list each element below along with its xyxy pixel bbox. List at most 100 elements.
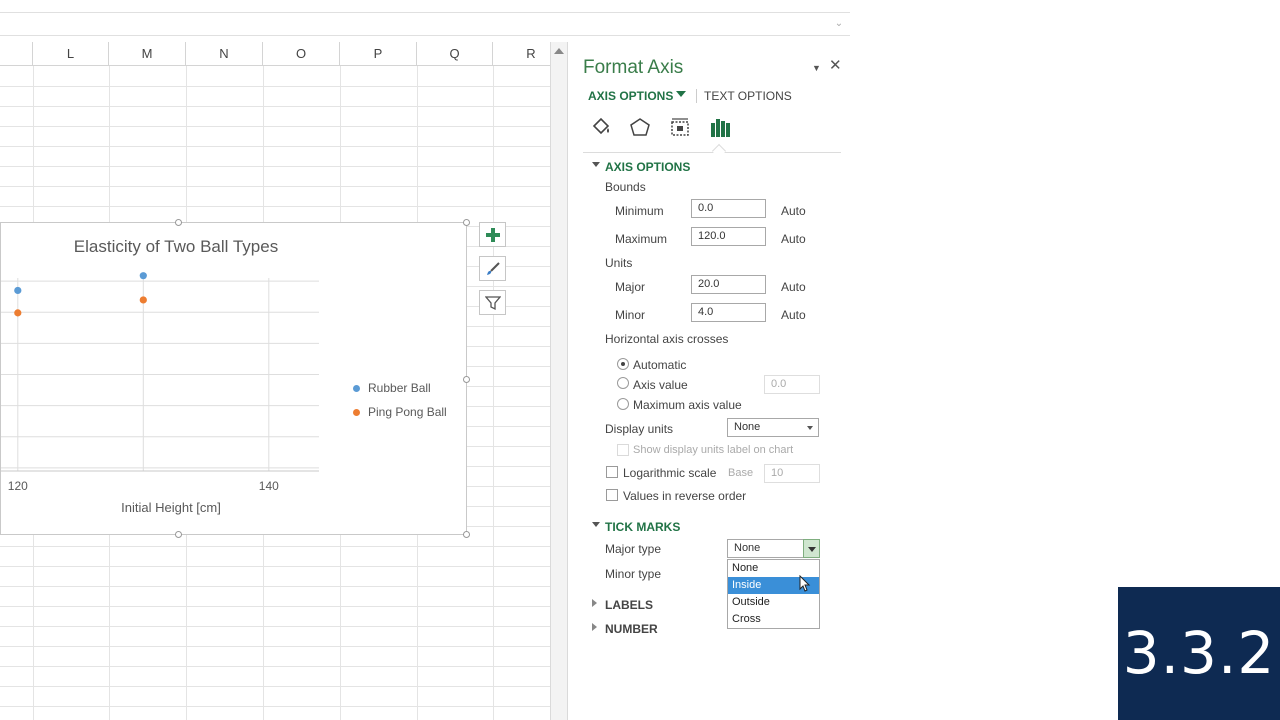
chart-area[interactable]: 20406080100120140 Elasticity of Two Ball… (0, 219, 470, 538)
collapse-axis-options-icon[interactable] (592, 162, 600, 167)
collapse-tick-marks-icon[interactable] (592, 522, 600, 527)
maximum-label: Maximum (615, 232, 668, 246)
gridline-horizontal (0, 586, 552, 587)
chart-title[interactable]: Elasticity of Two Ball Types (31, 237, 321, 257)
maximum-input[interactable]: 120.0 (691, 227, 766, 246)
section-number-badge: 3.3.2 (1118, 587, 1280, 720)
section-axis-options[interactable]: AXIS OPTIONS (605, 160, 690, 174)
show-units-label: Show display units label on chart (633, 444, 794, 456)
gridline-horizontal (0, 626, 552, 627)
major-type-select[interactable]: None (727, 539, 820, 558)
effects-icon[interactable] (627, 115, 653, 139)
data-point-ping-pong-ball (14, 309, 22, 317)
selected-icon-pointer (711, 143, 727, 159)
chevron-down-icon[interactable] (676, 91, 686, 97)
gridline-horizontal (0, 666, 552, 667)
chevron-down-icon[interactable] (803, 539, 820, 558)
axis-value-label[interactable]: Axis value (633, 378, 688, 392)
fill-line-icon[interactable] (588, 115, 614, 139)
column-header-r[interactable]: R (493, 42, 552, 66)
maximum-axis-value-radio[interactable] (617, 398, 629, 410)
logarithmic-scale-checkbox[interactable] (606, 466, 618, 478)
base-input[interactable]: 10 (764, 464, 820, 483)
legend-item-rubber-ball: Rubber Ball (353, 376, 447, 400)
column-header-p[interactable]: P (340, 42, 417, 66)
axis-options-icon[interactable] (707, 115, 733, 139)
automatic-label[interactable]: Automatic (633, 358, 686, 372)
logarithmic-scale-label[interactable]: Logarithmic scale (623, 466, 716, 480)
display-units-select[interactable]: None (727, 418, 819, 437)
scroll-up-icon[interactable] (554, 48, 564, 54)
reverse-order-label[interactable]: Values in reverse order (623, 489, 746, 503)
maximum-axis-value-label[interactable]: Maximum axis value (633, 398, 742, 412)
gridline-horizontal (0, 706, 552, 707)
chart-resize-handle-bottom-right[interactable] (463, 531, 470, 538)
axis-value-input[interactable]: 0.0 (764, 375, 820, 394)
section-labels[interactable]: LABELS (605, 598, 653, 612)
vertical-scrollbar[interactable] (550, 42, 568, 720)
major-unit-input[interactable]: 20.0 (691, 275, 766, 294)
column-header-l[interactable]: L (33, 42, 109, 66)
chart-elements-button[interactable] (479, 222, 506, 247)
close-icon[interactable]: ✕ (829, 56, 842, 74)
chart-resize-handle-top[interactable] (175, 219, 182, 226)
gridline-horizontal (0, 186, 552, 187)
dropdown-option-cross[interactable]: Cross (728, 611, 819, 628)
size-properties-icon[interactable] (667, 115, 693, 139)
tab-axis-options[interactable]: AXIS OPTIONS (588, 89, 673, 103)
chart-legend[interactable]: Rubber Ball Ping Pong Ball (353, 376, 447, 424)
brush-icon (486, 261, 500, 275)
gridline-horizontal (0, 206, 552, 207)
data-point-rubber-ball (139, 272, 147, 280)
minimum-input[interactable]: 0.0 (691, 199, 766, 218)
minor-auto-label: Auto (781, 308, 806, 322)
column-headers: L M N O P Q R (0, 42, 552, 66)
column-header-partial[interactable] (0, 42, 33, 66)
expand-labels-icon[interactable] (592, 599, 597, 607)
reverse-order-checkbox[interactable] (606, 489, 618, 501)
major-unit-label: Major (615, 280, 646, 294)
data-point-ping-pong-ball (139, 296, 147, 304)
minimum-label: Minimum (615, 204, 664, 218)
formula-bar-expand-icon[interactable]: ⌄ (832, 16, 846, 32)
column-header-m[interactable]: M (109, 42, 186, 66)
format-axis-pane: Format Axis ▼ ✕ AXIS OPTIONS TEXT OPTION… (568, 42, 850, 720)
minor-unit-label: Minor (615, 308, 646, 322)
gridline-horizontal (0, 546, 552, 547)
tab-separator (696, 89, 697, 103)
section-tick-marks[interactable]: TICK MARKS (605, 520, 680, 534)
automatic-radio[interactable] (617, 358, 629, 370)
minor-unit-input[interactable]: 4.0 (691, 303, 766, 322)
dropdown-option-outside[interactable]: Outside (728, 594, 819, 611)
filter-icon (484, 295, 501, 310)
major-type-dropdown-list[interactable]: None Inside Outside Cross (727, 559, 820, 629)
maximum-auto-label: Auto (781, 232, 806, 246)
column-header-q[interactable]: Q (417, 42, 493, 66)
chart-resize-handle-right[interactable] (463, 376, 470, 383)
major-auto-label: Auto (781, 280, 806, 294)
legend-label-ping-pong-ball: Ping Pong Ball (368, 405, 447, 419)
gridline-horizontal (0, 126, 552, 127)
pane-options-icon[interactable]: ▼ (812, 63, 821, 73)
mouse-cursor-icon (799, 575, 811, 592)
tab-text-options[interactable]: TEXT OPTIONS (704, 89, 792, 103)
chart-resize-handle-top-right[interactable] (463, 219, 470, 226)
gridline-horizontal (0, 646, 552, 647)
column-header-o[interactable]: O (263, 42, 340, 66)
formula-bar[interactable]: ⌄ (0, 12, 850, 36)
gridline-horizontal (0, 146, 552, 147)
pane-title: Format Axis (583, 57, 684, 78)
chart-filters-button[interactable] (479, 290, 506, 315)
chart-styles-button[interactable] (479, 256, 506, 281)
axis-value-radio[interactable] (617, 377, 629, 389)
gridline-horizontal (0, 166, 552, 167)
section-number[interactable]: NUMBER (605, 622, 658, 636)
x-axis-title[interactable]: Initial Height [cm] (21, 500, 321, 515)
show-units-checkbox[interactable] (617, 444, 629, 456)
display-units-value: None (734, 421, 761, 433)
gridline-vertical (493, 66, 494, 720)
x-tick-label: 120 (8, 479, 28, 493)
chart-resize-handle-bottom[interactable] (175, 531, 182, 538)
column-header-n[interactable]: N (186, 42, 263, 66)
expand-number-icon[interactable] (592, 623, 597, 631)
